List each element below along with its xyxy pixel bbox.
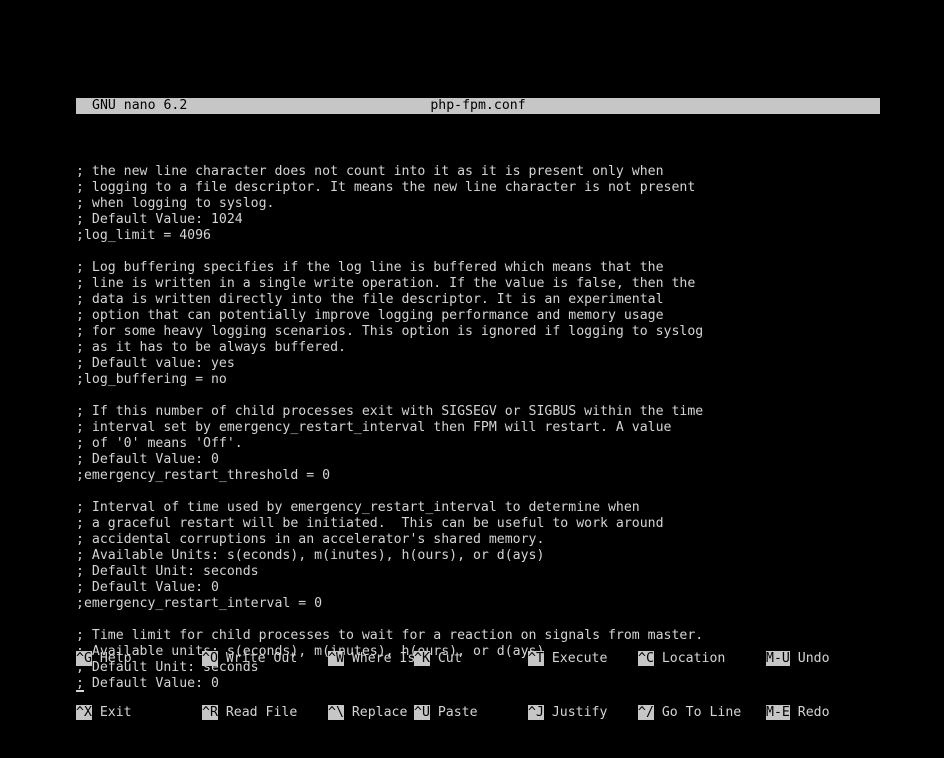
help-shortcut-read-file[interactable]: ^R Read File (202, 704, 297, 722)
editor-line[interactable] (76, 388, 880, 404)
editor-line[interactable]: ; Default Value: 1024 (76, 212, 880, 228)
help-shortcut-label: Justify (543, 705, 608, 720)
editor-line[interactable] (76, 244, 880, 260)
help-shortcut-label: Write Out (217, 651, 298, 666)
editor-line[interactable] (76, 484, 880, 500)
editor-line[interactable]: ; Default value: yes (76, 356, 880, 372)
help-shortcut-key: ^J (528, 705, 544, 720)
editor-line[interactable]: ; when logging to syslog. (76, 196, 880, 212)
help-shortcut-key: ^T (528, 651, 544, 666)
editor-line[interactable]: ; a graceful restart will be initiated. … (76, 516, 880, 532)
editor-line[interactable]: ; for some heavy logging scenarios. This… (76, 324, 880, 340)
help-shortcut-go-to-line[interactable]: ^/ Go To Line (638, 704, 741, 722)
help-shortcut-key: ^K (414, 651, 430, 666)
help-shortcut-key: ^G (76, 651, 92, 666)
editor-line[interactable]: ; Default Value: 0 (76, 580, 880, 596)
help-shortcut-redo[interactable]: M-E Redo (766, 704, 830, 722)
help-shortcut-location[interactable]: ^C Location (638, 650, 725, 668)
terminal-screen: GNU nano 6.2 php-fpm.conf ; the new line… (0, 0, 944, 720)
editor-line[interactable]: ;log_buffering = no (76, 372, 880, 388)
help-shortcut-justify[interactable]: ^J Justify (528, 704, 607, 722)
help-bar-row-primary: ^G Help ^O Write Out ^W Where Is ^K Cut ^T E… (76, 650, 896, 668)
help-shortcut-key: ^C (638, 651, 654, 666)
help-shortcut-key: ^R (202, 705, 218, 720)
help-shortcut-key: ^\ (328, 705, 344, 720)
editor-line[interactable]: ;emergency_restart_interval = 0 (76, 596, 880, 612)
help-shortcut-label: Exit (91, 705, 132, 720)
help-shortcut-label: Replace (343, 705, 408, 720)
editor-line[interactable]: ; as it has to be always buffered. (76, 340, 880, 356)
help-shortcut-label: Location (653, 651, 726, 666)
help-shortcut-help[interactable]: ^G Help (76, 650, 132, 668)
help-shortcut-key: ^/ (638, 705, 654, 720)
help-shortcut-label: Paste (429, 705, 478, 720)
help-shortcut-label: Help (91, 651, 132, 666)
help-shortcut-write-out[interactable]: ^O Write Out (202, 650, 297, 668)
editor-line[interactable]: ; interval set by emergency_restart_inte… (76, 420, 880, 436)
help-shortcut-label: Read File (217, 705, 298, 720)
editor-line[interactable]: ; option that can potentially improve lo… (76, 308, 880, 324)
nano-filename-label: php-fpm.conf (430, 98, 526, 113)
editor-line[interactable]: ;log_limit = 4096 (76, 228, 880, 244)
help-shortcut-paste[interactable]: ^U Paste (414, 704, 478, 722)
editor-line[interactable]: ; data is written directly into the file… (76, 292, 880, 308)
editor-line[interactable]: ; If this number of child processes exit… (76, 404, 880, 420)
nano-help-bar: ^G Help ^O Write Out ^W Where Is ^K Cut ^T E… (76, 614, 896, 758)
editor-line[interactable]: ; Available Units: s(econds), m(inutes),… (76, 548, 880, 564)
help-shortcut-undo[interactable]: M-U Undo (766, 650, 830, 668)
help-shortcut-key: M-U (766, 651, 790, 666)
editor-line[interactable]: ; accidental corruptions in an accelerat… (76, 532, 880, 548)
help-bar-row-secondary: ^X Exit ^R Read File ^\ Replace ^U Paste ^J … (76, 704, 896, 722)
nano-title-bar: GNU nano 6.2 php-fpm.conf (76, 98, 880, 114)
editor-line[interactable]: ; line is written in a single write oper… (76, 276, 880, 292)
editor-line[interactable]: ; the new line character does not count … (76, 164, 880, 180)
editor-line[interactable]: ; Default Unit: seconds (76, 564, 880, 580)
help-shortcut-replace[interactable]: ^\ Replace (328, 704, 407, 722)
help-shortcut-key: ^X (76, 705, 92, 720)
help-shortcut-cut[interactable]: ^K Cut (414, 650, 462, 668)
help-shortcut-execute[interactable]: ^T Execute (528, 650, 607, 668)
help-shortcut-label: Redo (789, 705, 830, 720)
editor-line[interactable]: ; Log buffering specifies if the log lin… (76, 260, 880, 276)
help-shortcut-label: Execute (543, 651, 608, 666)
editor-line[interactable]: ; of '0' means 'Off'. (76, 436, 880, 452)
help-shortcut-label: Where Is (343, 651, 416, 666)
nano-version-label: GNU nano 6.2 (92, 98, 188, 113)
help-shortcut-exit[interactable]: ^X Exit (76, 704, 132, 722)
help-shortcut-label: Go To Line (653, 705, 742, 720)
help-shortcut-key: M-E (766, 705, 790, 720)
editor-line[interactable]: ; logging to a file descriptor. It means… (76, 180, 880, 196)
editor-line[interactable]: ;emergency_restart_threshold = 0 (76, 468, 880, 484)
editor-line[interactable]: ; Default Value: 0 (76, 452, 880, 468)
help-shortcut-label: Undo (789, 651, 830, 666)
help-shortcut-key: ^O (202, 651, 218, 666)
help-shortcut-label: Cut (429, 651, 462, 666)
help-shortcut-where-is[interactable]: ^W Where Is (328, 650, 415, 668)
editor-text-area[interactable]: ; the new line character does not count … (76, 164, 880, 692)
help-shortcut-key: ^W (328, 651, 344, 666)
editor-line[interactable]: ; Interval of time used by emergency_res… (76, 500, 880, 516)
help-shortcut-key: ^U (414, 705, 430, 720)
